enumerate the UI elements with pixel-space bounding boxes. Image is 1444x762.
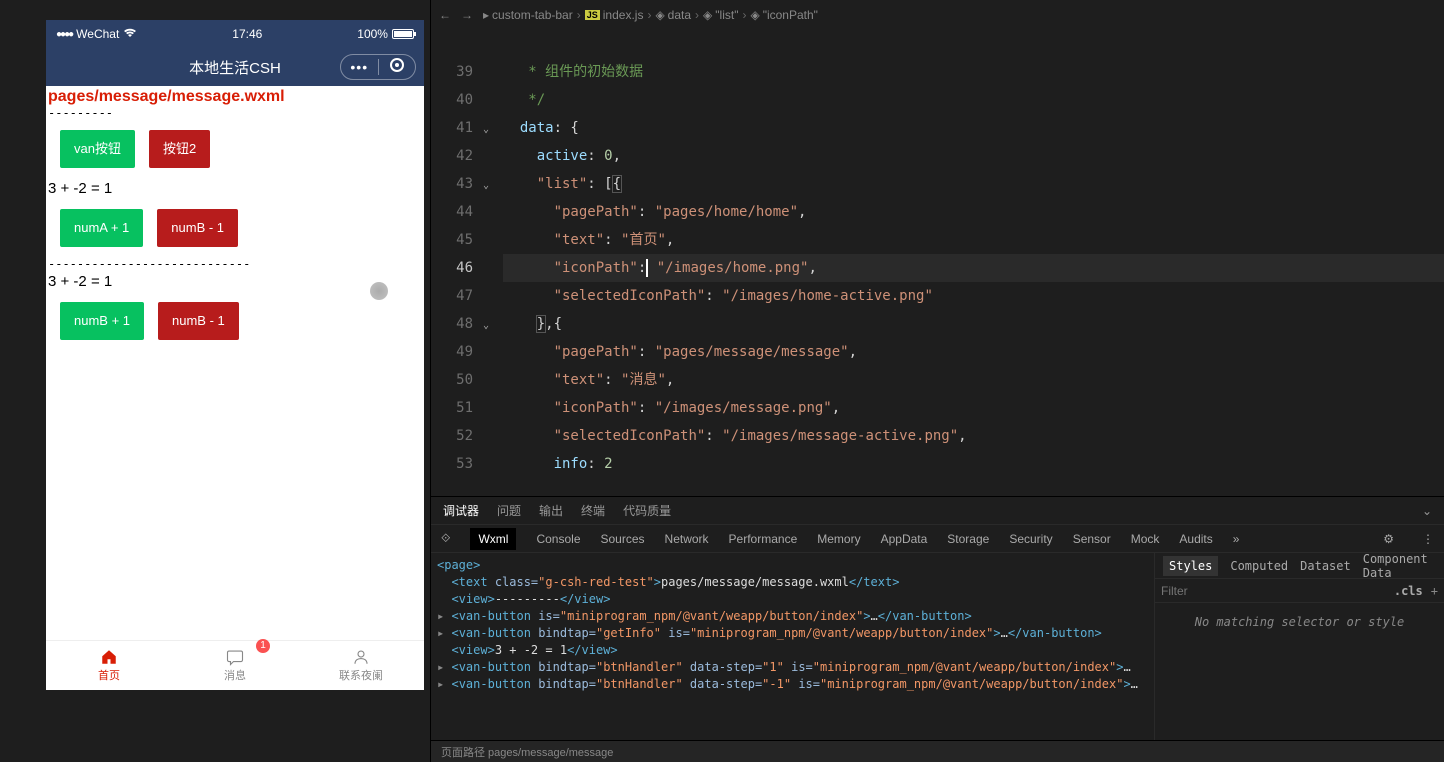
battery-percent: 100% — [357, 27, 388, 41]
styles-subtab[interactable]: Computed — [1230, 559, 1288, 573]
breadcrumb[interactable]: ▸ custom-tab-bar › JS index.js › ◈ data … — [483, 8, 818, 22]
home-icon — [100, 648, 118, 666]
fold-icon[interactable]: ⌄ — [483, 172, 489, 200]
numb-minus-button-2[interactable]: numB - 1 — [158, 302, 239, 340]
wxml-dom-tree[interactable]: <page> <text class="g-csh-red-test">page… — [431, 553, 1154, 740]
add-style-icon[interactable]: + — [1431, 584, 1438, 598]
tab-label: 首页 — [98, 667, 120, 683]
tabbar: 首页 1 消息 联系夜阑 — [46, 640, 424, 690]
panel-tab[interactable]: 终端 — [581, 502, 605, 519]
numa-plus-button[interactable]: numA + 1 — [60, 209, 143, 247]
expression-2: 3 + -2 = 1 — [46, 271, 424, 292]
simulator-pane: ●●●● WeChat 17:46 100% 本地生活CSH ••• — [0, 0, 430, 762]
divider-text-2: ---------------------------- — [46, 257, 424, 271]
numb-plus-button[interactable]: numB + 1 — [60, 302, 144, 340]
phone-frame: ●●●● WeChat 17:46 100% 本地生活CSH ••• — [46, 20, 424, 690]
contact-icon — [352, 648, 370, 666]
numb-minus-button[interactable]: numB - 1 — [157, 209, 238, 247]
devtools-tab[interactable]: Audits — [1179, 532, 1212, 546]
element-picker-icon[interactable]: ⟐ — [441, 531, 450, 546]
capsule-close-icon[interactable] — [379, 58, 416, 76]
devtools-tab[interactable]: Console — [536, 532, 580, 546]
expression-1: 3 + -2 = 1 — [46, 178, 424, 199]
panel-tabs-primary: 调试器 问题 输出 终端 代码质量 ⌄ — [431, 497, 1444, 525]
collapse-icon[interactable]: ⌄ — [1422, 504, 1432, 518]
ide-pane: ← → ▸ custom-tab-bar › JS index.js › ◈ d… — [430, 0, 1444, 762]
devtools-tab[interactable]: Mock — [1131, 532, 1160, 546]
devtools-tab[interactable]: Performance — [729, 532, 798, 546]
tab-home[interactable]: 首页 — [46, 641, 172, 690]
panel-tab[interactable]: 代码质量 — [623, 502, 671, 519]
code-editor[interactable]: 394041424344454647484950515253 ⌄⌄⌄ * 组件的… — [431, 30, 1444, 496]
symbol-icon: ◈ — [703, 8, 712, 22]
phone-status-bar: ●●●● WeChat 17:46 100% — [46, 20, 424, 48]
divider-text: --------- — [46, 106, 424, 120]
styles-subtab[interactable]: Dataset — [1300, 559, 1351, 573]
panel-tab[interactable]: 输出 — [539, 502, 563, 519]
more-tabs-icon[interactable]: » — [1233, 532, 1240, 546]
nav-back-icon[interactable]: ← — [439, 8, 451, 22]
page-body[interactable]: pages/message/message.wxml --------- van… — [46, 86, 424, 640]
fold-icon[interactable]: ⌄ — [483, 116, 489, 144]
editor-top-bar: ← → ▸ custom-tab-bar › JS index.js › ◈ d… — [431, 0, 1444, 30]
capsule-button[interactable]: ••• — [340, 54, 416, 80]
panel-tabs-devtools: ⟐ Wxml Console Sources Network Performance Mem… — [431, 525, 1444, 553]
devtools-tab[interactable]: Storage — [947, 532, 989, 546]
tab-label: 联系夜阑 — [339, 667, 383, 683]
gear-icon[interactable]: ⚙ — [1383, 532, 1394, 546]
tab-badge: 1 — [256, 639, 270, 653]
van-button-2[interactable]: 按钮2 — [149, 130, 210, 168]
clock-label: 17:46 — [232, 27, 262, 41]
filter-input[interactable] — [1161, 584, 1261, 598]
kebab-icon[interactable]: ⋮ — [1422, 532, 1434, 546]
styles-subtab[interactable]: Styles — [1163, 556, 1218, 576]
symbol-icon: ◈ — [750, 8, 759, 22]
wifi-icon — [123, 27, 137, 41]
folder-icon: ▸ — [483, 8, 489, 22]
cls-toggle[interactable]: .cls — [1394, 584, 1423, 598]
devtools-tab[interactable]: Wxml — [470, 528, 516, 550]
message-icon — [226, 648, 244, 666]
devtools-tab[interactable]: Sources — [601, 532, 645, 546]
devtools-tab[interactable]: Network — [665, 532, 709, 546]
nav-forward-icon[interactable]: → — [461, 8, 473, 22]
styles-pane: Styles Computed Dataset Component Data .cls… — [1154, 553, 1444, 740]
signal-dots-icon: ●●●● — [56, 29, 72, 40]
styles-tabs: Styles Computed Dataset Component Data — [1155, 553, 1444, 579]
page-heading: pages/message/message.wxml — [46, 86, 424, 106]
status-page-path: 页面路径 pages/message/message — [441, 744, 613, 760]
carrier-label: WeChat — [76, 27, 119, 41]
fold-icon[interactable]: ⌄ — [483, 312, 489, 340]
devtools-tab[interactable]: Memory — [817, 532, 860, 546]
symbol-icon: ◈ — [655, 8, 664, 22]
bottom-panel: 调试器 问题 输出 终端 代码质量 ⌄ ⟐ Wxml Console Sources Networ… — [431, 496, 1444, 740]
no-match-message: No matching selector or style — [1155, 603, 1444, 641]
ide-status-bar: 页面路径 pages/message/message — [431, 740, 1444, 762]
devtools-tab[interactable]: Sensor — [1073, 532, 1111, 546]
tab-contact[interactable]: 联系夜阑 — [298, 641, 424, 690]
styles-subtab[interactable]: Component Data — [1363, 553, 1436, 580]
devtools-tab[interactable]: AppData — [881, 532, 928, 546]
tab-label: 消息 — [224, 667, 246, 683]
battery-icon — [392, 29, 414, 39]
nav-title: 本地生活CSH — [189, 57, 281, 78]
tab-message[interactable]: 1 消息 — [172, 641, 298, 690]
js-file-icon: JS — [585, 10, 600, 20]
capsule-menu-icon[interactable]: ••• — [341, 59, 378, 75]
van-button-1[interactable]: van按钮 — [60, 130, 135, 168]
phone-nav-bar: 本地生活CSH ••• — [46, 48, 424, 86]
panel-tab[interactable]: 调试器 — [443, 502, 479, 519]
touch-cursor-icon — [370, 282, 388, 300]
devtools-tab[interactable]: Security — [1009, 532, 1052, 546]
panel-tab[interactable]: 问题 — [497, 502, 521, 519]
